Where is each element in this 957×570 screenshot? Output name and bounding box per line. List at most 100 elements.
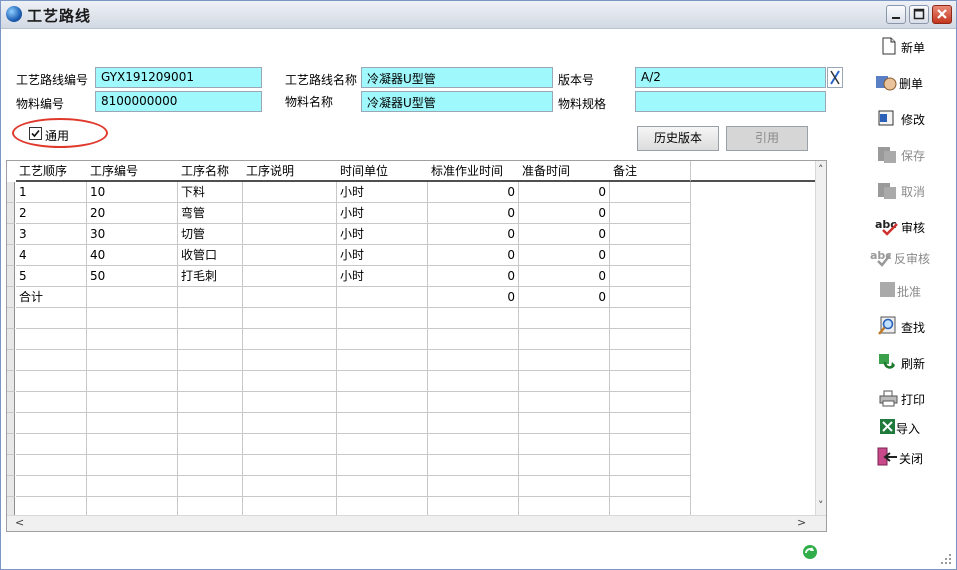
- table-cell[interactable]: 0: [428, 182, 519, 203]
- table-cell[interactable]: [337, 434, 428, 455]
- table-cell[interactable]: [337, 350, 428, 371]
- scroll-left-icon[interactable]: <: [15, 516, 24, 529]
- table-cell[interactable]: [337, 413, 428, 434]
- table-cell[interactable]: [610, 413, 691, 434]
- table-cell[interactable]: [610, 182, 691, 203]
- col-header-remark[interactable]: 备注: [610, 161, 691, 182]
- table-cell[interactable]: [610, 455, 691, 476]
- history-version-button[interactable]: 历史版本: [637, 126, 719, 151]
- table-cell[interactable]: 10: [87, 182, 178, 203]
- table-cell[interactable]: [610, 287, 691, 308]
- col-header-std-time[interactable]: 标准作业时间: [428, 161, 519, 182]
- table-cell[interactable]: 小时: [337, 245, 428, 266]
- vertical-scrollbar[interactable]: ˄ ˅: [815, 161, 826, 515]
- scroll-up-icon[interactable]: ˄: [818, 163, 824, 176]
- row-header-cell[interactable]: [7, 371, 15, 392]
- table-cell[interactable]: [243, 476, 337, 497]
- table-cell[interactable]: [243, 287, 337, 308]
- table-cell[interactable]: [87, 413, 178, 434]
- table-cell[interactable]: [178, 371, 243, 392]
- table-cell[interactable]: [610, 245, 691, 266]
- row-header-cell[interactable]: [7, 413, 15, 434]
- table-cell[interactable]: 3: [16, 224, 87, 245]
- row-header-cell[interactable]: [7, 308, 15, 329]
- table-cell[interactable]: [519, 455, 610, 476]
- col-header-op-no[interactable]: 工序编号: [87, 161, 178, 182]
- table-cell[interactable]: [337, 287, 428, 308]
- table-cell[interactable]: [428, 350, 519, 371]
- table-cell[interactable]: 打毛刺: [178, 266, 243, 287]
- table-cell[interactable]: 切管: [178, 224, 243, 245]
- table-row[interactable]: [16, 476, 816, 497]
- table-row[interactable]: 3 30 切管 小时 0 0: [16, 224, 816, 245]
- table-cell[interactable]: 2: [16, 203, 87, 224]
- table-cell[interactable]: 收管口: [178, 245, 243, 266]
- table-cell[interactable]: [337, 476, 428, 497]
- row-header-cell[interactable]: [7, 329, 15, 350]
- table-cell[interactable]: [610, 476, 691, 497]
- table-cell[interactable]: [243, 413, 337, 434]
- table-cell[interactable]: [337, 308, 428, 329]
- table-cell[interactable]: 30: [87, 224, 178, 245]
- row-header-cell[interactable]: [7, 224, 15, 245]
- table-cell[interactable]: 小时: [337, 203, 428, 224]
- row-header-cell[interactable]: [7, 266, 15, 287]
- table-cell[interactable]: [337, 329, 428, 350]
- table-cell[interactable]: 0: [519, 224, 610, 245]
- table-row[interactable]: [16, 455, 816, 476]
- route-name-field[interactable]: 冷凝器U型管: [361, 67, 553, 88]
- resize-grip-icon[interactable]: [939, 552, 953, 566]
- table-cell[interactable]: 0: [428, 266, 519, 287]
- table-cell[interactable]: 0: [428, 203, 519, 224]
- table-cell[interactable]: [428, 392, 519, 413]
- table-cell[interactable]: [16, 476, 87, 497]
- table-cell[interactable]: [87, 476, 178, 497]
- maximize-button[interactable]: [909, 5, 929, 24]
- table-cell[interactable]: [243, 182, 337, 203]
- table-cell[interactable]: [87, 392, 178, 413]
- table-cell[interactable]: [610, 371, 691, 392]
- table-cell[interactable]: [87, 329, 178, 350]
- table-row[interactable]: 合计 0 0: [16, 287, 816, 308]
- horizontal-scrollbar[interactable]: < >: [7, 515, 826, 531]
- table-cell[interactable]: [16, 455, 87, 476]
- table-cell[interactable]: [610, 203, 691, 224]
- table-row[interactable]: 1 10 下料 小时 0 0: [16, 182, 816, 203]
- table-cell[interactable]: [610, 350, 691, 371]
- table-cell[interactable]: [87, 287, 178, 308]
- version-picker-button[interactable]: [827, 67, 843, 88]
- table-cell[interactable]: [87, 371, 178, 392]
- table-cell[interactable]: 1: [16, 182, 87, 203]
- table-cell[interactable]: [337, 392, 428, 413]
- table-cell[interactable]: [178, 350, 243, 371]
- table-cell[interactable]: [16, 350, 87, 371]
- table-cell[interactable]: [243, 266, 337, 287]
- table-cell[interactable]: [428, 329, 519, 350]
- table-cell[interactable]: 0: [519, 266, 610, 287]
- table-cell[interactable]: [519, 371, 610, 392]
- table-cell[interactable]: [610, 392, 691, 413]
- table-cell[interactable]: [519, 308, 610, 329]
- table-cell[interactable]: 小时: [337, 266, 428, 287]
- table-cell[interactable]: [243, 350, 337, 371]
- table-cell[interactable]: [428, 434, 519, 455]
- scroll-right-icon[interactable]: >: [797, 516, 806, 529]
- table-cell[interactable]: 小时: [337, 182, 428, 203]
- table-cell[interactable]: [16, 308, 87, 329]
- table-cell[interactable]: [243, 434, 337, 455]
- col-header-seq[interactable]: 工艺顺序: [16, 161, 87, 182]
- table-cell[interactable]: 5: [16, 266, 87, 287]
- table-cell[interactable]: [337, 455, 428, 476]
- row-header-cell[interactable]: [7, 392, 15, 413]
- row-header-cell[interactable]: [7, 203, 15, 224]
- table-cell[interactable]: [337, 371, 428, 392]
- table-cell[interactable]: [178, 329, 243, 350]
- material-no-field[interactable]: 8100000000: [95, 91, 262, 112]
- table-cell[interactable]: [519, 329, 610, 350]
- table-cell[interactable]: [428, 455, 519, 476]
- table-cell[interactable]: [178, 287, 243, 308]
- material-name-field[interactable]: 冷凝器U型管: [361, 91, 553, 112]
- table-row[interactable]: [16, 434, 816, 455]
- col-header-op-desc[interactable]: 工序说明: [243, 161, 337, 182]
- table-cell[interactable]: [428, 476, 519, 497]
